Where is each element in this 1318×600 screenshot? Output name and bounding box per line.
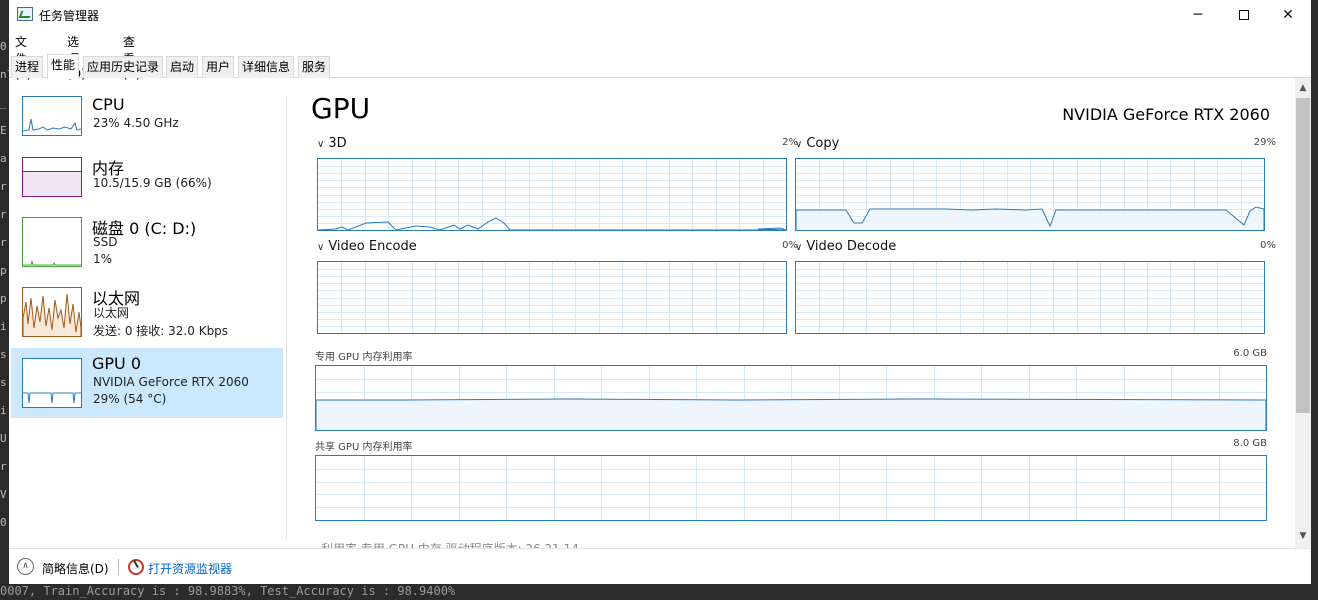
shared-memory-value: 8.0 GB — [1233, 438, 1267, 449]
chevron-up-icon[interactable]: ∧ — [17, 558, 34, 575]
shared-memory-label: 共享 GPU 内存利用率 — [315, 442, 413, 453]
background-console-bottom: 0007, Train_Accuracy is : 98.9883%, Test… — [0, 584, 1318, 600]
graph-video-decode — [795, 261, 1265, 334]
maximize-button[interactable] — [1221, 0, 1267, 30]
maximize-icon — [1239, 10, 1249, 20]
graph-shared-memory — [315, 455, 1267, 521]
sidebar-item-ethernet[interactable]: 以太网 以太网 发送: 0 接收: 32.0 Kbps — [11, 280, 283, 350]
scroll-up-arrow-icon[interactable]: ▲ — [1295, 80, 1311, 96]
background-console-left: 0 nl _ Ea r r r p p i s s i Ur V 0 — [0, 0, 13, 600]
console-char: s — [0, 348, 7, 361]
sidebar-item-title: CPU — [92, 95, 125, 114]
footer-divider — [118, 559, 119, 575]
sidebar-item-detail: 10.5/15.9 GB (66%) — [93, 176, 212, 190]
console-char: V — [0, 488, 7, 501]
sidebar-item-detail: 以太网 — [93, 306, 130, 320]
graph-video-encode — [317, 261, 787, 334]
title-bar: 任务管理器 ─ ✕ — [9, 0, 1311, 30]
vertical-scrollbar[interactable]: ▲ ▼ — [1295, 78, 1311, 548]
chevron-down-icon: ∨ — [795, 139, 803, 150]
tab-processes[interactable]: 进程 — [11, 56, 44, 78]
console-char: 0 — [0, 516, 7, 529]
sidebar-item-usage: 1% — [93, 252, 113, 266]
tab-users[interactable]: 用户 — [202, 56, 235, 78]
window-title: 任务管理器 — [39, 9, 100, 23]
graph-dedicated-memory — [315, 365, 1267, 431]
background-console-right — [1311, 0, 1318, 600]
console-char: E — [0, 124, 7, 137]
status-footer: ∧ 简略信息(D) 打开资源监视器 — [9, 548, 1311, 584]
gpu-device-name: NVIDIA GeForce RTX 2060 — [1062, 105, 1270, 124]
engine-selector-copy[interactable]: ∨ Copy — [795, 136, 839, 151]
gpu-thumbnail-graph — [22, 358, 82, 408]
console-char: r — [0, 208, 7, 221]
resource-monitor-icon — [128, 559, 144, 575]
console-line: 0007, Train_Accuracy is : 98.9883%, Test… — [0, 584, 456, 598]
dedicated-memory-value: 6.0 GB — [1233, 348, 1267, 359]
open-resource-monitor-link[interactable]: 打开资源监视器 — [148, 560, 232, 577]
scrollbar-thumb[interactable] — [1296, 98, 1310, 413]
scroll-down-arrow-icon[interactable]: ▼ — [1295, 528, 1311, 544]
tab-bar: 进程 性能 应用历史记录 启动 用户 详细信息 服务 — [9, 54, 1311, 79]
tab-services[interactable]: 服务 — [298, 56, 331, 78]
close-button[interactable]: ✕ — [1265, 0, 1311, 30]
tab-app-history[interactable]: 应用历史记录 — [83, 56, 164, 78]
memory-thumbnail-graph — [22, 157, 82, 197]
page-title: GPU — [311, 92, 371, 125]
engine-percent-video-decode: 0% — [1260, 240, 1276, 251]
console-char: i — [0, 404, 7, 417]
stats-row-partial: 利用率 专用 GPU 内存 驱动程序版本: 26.21.14 — [321, 540, 579, 548]
sidebar-item-disk[interactable]: 磁盘 0 (C: D:) SSD 1% — [11, 210, 283, 280]
disk-thumbnail-graph — [22, 217, 82, 267]
console-char: p — [0, 292, 7, 305]
task-manager-window: 任务管理器 ─ ✕ 文件(F) 选项(O) 查看(V) 进程 性能 应用历史记录… — [9, 0, 1311, 584]
console-char: r — [0, 236, 7, 249]
graph-copy — [795, 158, 1265, 231]
console-char: r — [0, 180, 7, 193]
graph-3d — [317, 158, 787, 231]
console-char: _ — [0, 96, 7, 109]
sidebar-item-gpu[interactable]: GPU 0 NVIDIA GeForce RTX 2060 29% (54 °C… — [11, 348, 283, 418]
engine-selector-video-decode[interactable]: ∨ Video Decode — [795, 239, 896, 254]
engine-percent-video-encode: 0% — [782, 240, 798, 251]
engine-percent-3d: 2% — [782, 137, 798, 148]
task-manager-icon — [17, 7, 33, 21]
sidebar-item-detail: SSD — [93, 235, 118, 249]
engine-selector-video-encode[interactable]: ∨ Video Encode — [317, 239, 417, 254]
sidebar-item-title: GPU 0 — [92, 354, 142, 373]
tab-performance[interactable]: 性能 — [47, 54, 80, 79]
dedicated-memory-label: 专用 GPU 内存利用率 — [315, 352, 413, 363]
console-char: s — [0, 376, 7, 389]
fewer-details-button[interactable]: 简略信息(D) — [42, 560, 109, 577]
minimize-button[interactable]: ─ — [1175, 0, 1221, 30]
sidebar-item-detail: 23% 4.50 GHz — [93, 116, 179, 130]
console-char: r — [0, 460, 7, 473]
sidebar-item-detail: NVIDIA GeForce RTX 2060 — [93, 375, 249, 389]
resource-sidebar: CPU 23% 4.50 GHz 内存 10.5/15.9 GB (66%) 磁… — [9, 78, 287, 548]
console-char: U — [0, 432, 7, 445]
chevron-down-icon: ∨ — [317, 242, 325, 253]
sidebar-divider — [286, 98, 287, 540]
sidebar-item-usage: 发送: 0 接收: 32.0 Kbps — [93, 324, 229, 338]
ethernet-thumbnail-graph — [22, 287, 82, 337]
sidebar-item-usage: 29% (54 °C) — [93, 392, 167, 406]
cpu-thumbnail-graph — [22, 96, 82, 136]
tab-details[interactable]: 详细信息 — [238, 56, 295, 78]
engine-selector-3d[interactable]: ∨ 3D — [317, 136, 347, 151]
console-char: i — [0, 320, 7, 333]
console-char: p — [0, 264, 7, 277]
chevron-down-icon: ∨ — [795, 242, 803, 253]
console-char: 0 — [0, 40, 7, 53]
chevron-down-icon: ∨ — [317, 139, 325, 150]
tab-startup[interactable]: 启动 — [166, 56, 199, 78]
engine-percent-copy: 29% — [1253, 137, 1276, 148]
console-char: a — [0, 152, 7, 165]
gpu-detail-panel: GPU NVIDIA GeForce RTX 2060 ∨ 3D 2% ∨ Copy… — [295, 78, 1295, 548]
